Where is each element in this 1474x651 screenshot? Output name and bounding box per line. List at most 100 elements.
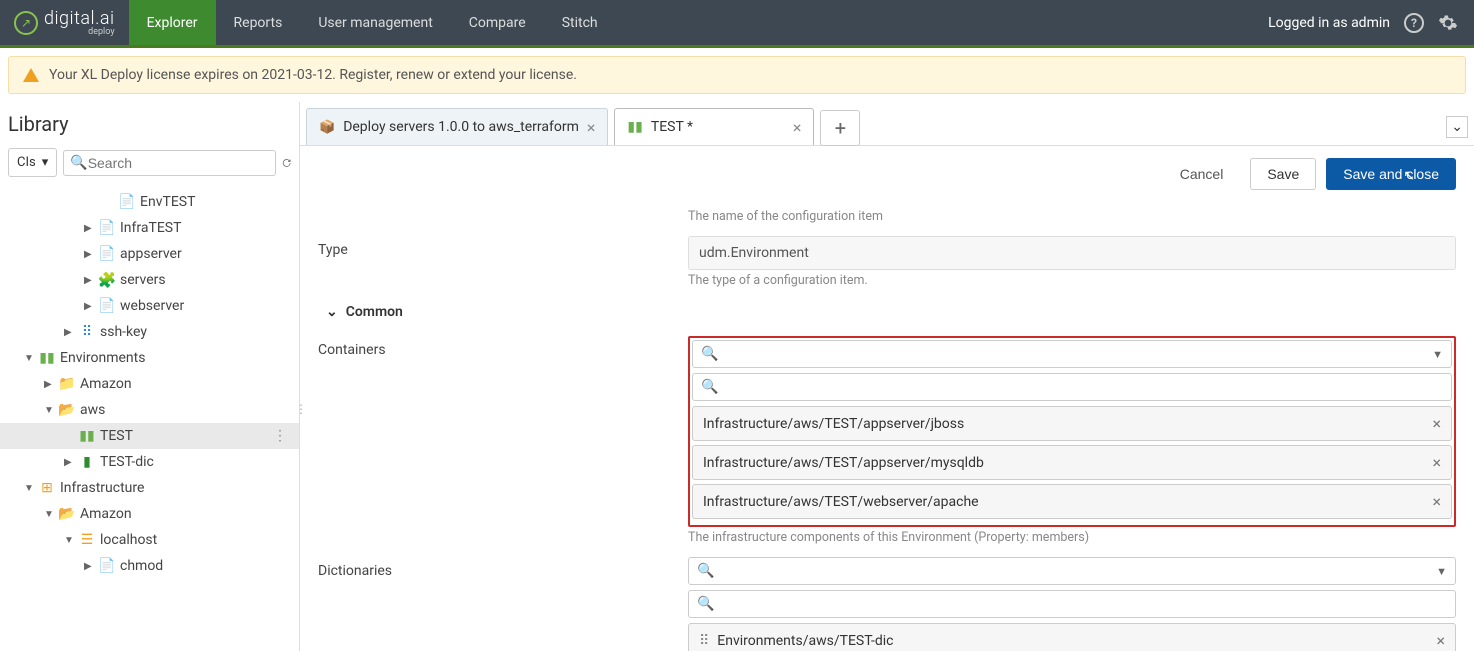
containers-filter[interactable]: 🔍 — [692, 373, 1452, 401]
tabs-overflow-button[interactable]: ⌄ — [1446, 116, 1468, 138]
nav-explorer[interactable]: Explorer — [129, 0, 216, 45]
container-item: Infrastructure/aws/TEST/appserver/mysqld… — [692, 445, 1452, 480]
save-button[interactable]: Save — [1250, 158, 1316, 190]
tree-node-label: chmod — [120, 558, 163, 574]
tree-node-environments[interactable]: ▼▮▮Environments — [0, 345, 299, 371]
tree-node-test-dic[interactable]: ▶▮TEST-dic — [0, 449, 299, 475]
tree-node-localhost[interactable]: ▼☰localhost — [0, 527, 299, 553]
container-item-label: Infrastructure/aws/TEST/appserver/jboss — [703, 416, 964, 432]
tab-test-env[interactable]: ▮▮ TEST * × — [614, 108, 814, 145]
tree-node-label: Environments — [60, 350, 145, 366]
remove-icon[interactable]: × — [1432, 453, 1441, 472]
name-help-row: The name of the configuration item — [318, 196, 1456, 226]
dictionary-item: ⠿Environments/aws/TEST-dic× — [688, 623, 1456, 651]
tab-deploy[interactable]: 📦 Deploy servers 1.0.0 to aws_terraform … — [306, 108, 608, 145]
caret-icon[interactable]: ▶ — [84, 301, 94, 312]
library-search-input[interactable] — [88, 155, 269, 171]
containers-dropdown-input[interactable] — [724, 346, 1426, 362]
brand-logo: ↗ digital.ai deploy — [0, 8, 129, 37]
save-close-label: Save and close — [1343, 166, 1439, 182]
search-icon: 🔍 — [701, 346, 718, 362]
dictionaries-filter-input[interactable] — [720, 596, 1447, 612]
accent-bar — [0, 45, 1474, 48]
containers-row: Containers 🔍 ▼ 🔍 Infrastructure/aws/TEST… — [318, 326, 1456, 547]
section-common[interactable]: ⌄ Common — [318, 290, 1456, 326]
tree-node-label: InfraTEST — [120, 220, 181, 236]
caret-icon[interactable]: ▼ — [24, 483, 34, 494]
tree-node-infrastructure[interactable]: ▼⊞Infrastructure — [0, 475, 299, 501]
nav-reports[interactable]: Reports — [216, 0, 301, 45]
tree-node-envtest[interactable]: 📄EnvTEST — [0, 189, 299, 215]
tree-node-webserver[interactable]: ▶📄webserver — [0, 293, 299, 319]
tabs-row: 📦 Deploy servers 1.0.0 to aws_terraform … — [300, 102, 1474, 146]
tree-node-test[interactable]: ▮▮TEST⋮ — [0, 423, 299, 449]
tree-node-amazon[interactable]: ▼📂Amazon — [0, 501, 299, 527]
tree-node-appserver[interactable]: ▶📄appserver — [0, 241, 299, 267]
remove-icon[interactable]: × — [1432, 414, 1441, 433]
tree-node-label: servers — [120, 272, 166, 288]
caret-icon[interactable]: ▼ — [64, 535, 74, 546]
help-icon[interactable]: ? — [1404, 13, 1424, 33]
ci-type-select[interactable]: CIs ▾ — [8, 148, 57, 177]
cancel-button[interactable]: Cancel — [1163, 158, 1241, 190]
save-and-close-button[interactable]: Save and close ↖ — [1326, 158, 1456, 190]
refresh-icon[interactable] — [282, 154, 291, 172]
remove-icon[interactable]: × — [1432, 492, 1441, 511]
close-icon[interactable]: × — [587, 118, 596, 137]
search-icon: 🔍 — [70, 155, 87, 171]
nav-stitch[interactable]: Stitch — [544, 0, 616, 45]
nav-compare[interactable]: Compare — [451, 0, 544, 45]
close-icon[interactable]: × — [793, 118, 802, 137]
splitter-handle[interactable]: ⋮ — [295, 402, 303, 416]
caret-icon[interactable]: ▶ — [84, 223, 94, 234]
kebab-icon[interactable]: ⋮ — [267, 428, 293, 444]
chevron-down-icon[interactable]: ▼ — [1436, 565, 1447, 578]
nav-user-management[interactable]: User management — [300, 0, 450, 45]
dictionaries-dropdown[interactable]: 🔍 ▼ — [688, 557, 1456, 585]
caret-icon[interactable]: ▶ — [64, 457, 74, 468]
remove-icon[interactable]: × — [1436, 631, 1445, 650]
chevron-down-icon: ▾ — [42, 155, 49, 170]
dictionaries-dropdown-input[interactable] — [720, 563, 1430, 579]
caret-icon[interactable]: ▼ — [44, 509, 54, 520]
caret-icon[interactable]: ▼ — [44, 405, 54, 416]
brand-text: digital.ai — [44, 8, 115, 29]
gear-icon[interactable] — [1438, 13, 1458, 33]
caret-icon[interactable]: ▶ — [84, 275, 94, 286]
dictionaries-filter[interactable]: 🔍 — [688, 590, 1456, 618]
caret-icon[interactable]: ▶ — [84, 561, 94, 572]
tree-node-label: EnvTEST — [140, 194, 195, 210]
containers-highlight-box: 🔍 ▼ 🔍 Infrastructure/aws/TEST/appserver/… — [688, 336, 1456, 527]
containers-help: The infrastructure components of this En… — [688, 530, 1456, 545]
caret-icon[interactable]: ▶ — [84, 249, 94, 260]
caret-icon[interactable]: ▶ — [44, 379, 54, 390]
chevron-down-icon: ⌄ — [326, 304, 338, 320]
tree-node-servers[interactable]: ▶🧩servers — [0, 267, 299, 293]
caret-icon[interactable]: ▶ — [64, 327, 74, 338]
add-tab-button[interactable]: + — [820, 110, 860, 146]
content-area: 📦 Deploy servers 1.0.0 to aws_terraform … — [300, 102, 1474, 651]
tab-test-label: TEST * — [651, 119, 693, 135]
library-filter-row: CIs ▾ 🔍 — [0, 144, 299, 185]
search-icon: 🔍 — [697, 596, 714, 612]
environment-icon: ▮▮ — [627, 119, 642, 135]
tree-node-ssh-key[interactable]: ▶⠿ssh-key — [0, 319, 299, 345]
tree-node-infratest[interactable]: ▶📄InfraTEST — [0, 215, 299, 241]
tree-node-chmod[interactable]: ▶📄chmod — [0, 553, 299, 579]
drag-handle-icon[interactable]: ⠿ — [699, 633, 709, 649]
caret-icon[interactable]: ▼ — [24, 353, 34, 364]
containers-dropdown[interactable]: 🔍 ▼ — [692, 340, 1452, 368]
tab-deploy-label: Deploy servers 1.0.0 to aws_terraform — [343, 119, 579, 135]
tree-node-amazon[interactable]: ▶📁Amazon — [0, 371, 299, 397]
chevron-down-icon[interactable]: ▼ — [1432, 348, 1443, 361]
search-icon: 🔍 — [697, 563, 714, 579]
container-item: Infrastructure/aws/TEST/appserver/jboss × — [692, 406, 1452, 441]
tree-node-label: Amazon — [80, 506, 132, 522]
library-search[interactable]: 🔍 — [63, 150, 275, 176]
dictionaries-row: Dictionaries 🔍 ▼ 🔍 ⠿Environments/aws/TES… — [318, 547, 1456, 651]
tree-node-aws[interactable]: ▼📂aws — [0, 397, 299, 423]
tree-node-label: aws — [80, 402, 105, 418]
library-title: Library — [0, 102, 299, 144]
ci-type-label: CIs — [17, 155, 36, 170]
containers-filter-input[interactable] — [724, 379, 1443, 395]
